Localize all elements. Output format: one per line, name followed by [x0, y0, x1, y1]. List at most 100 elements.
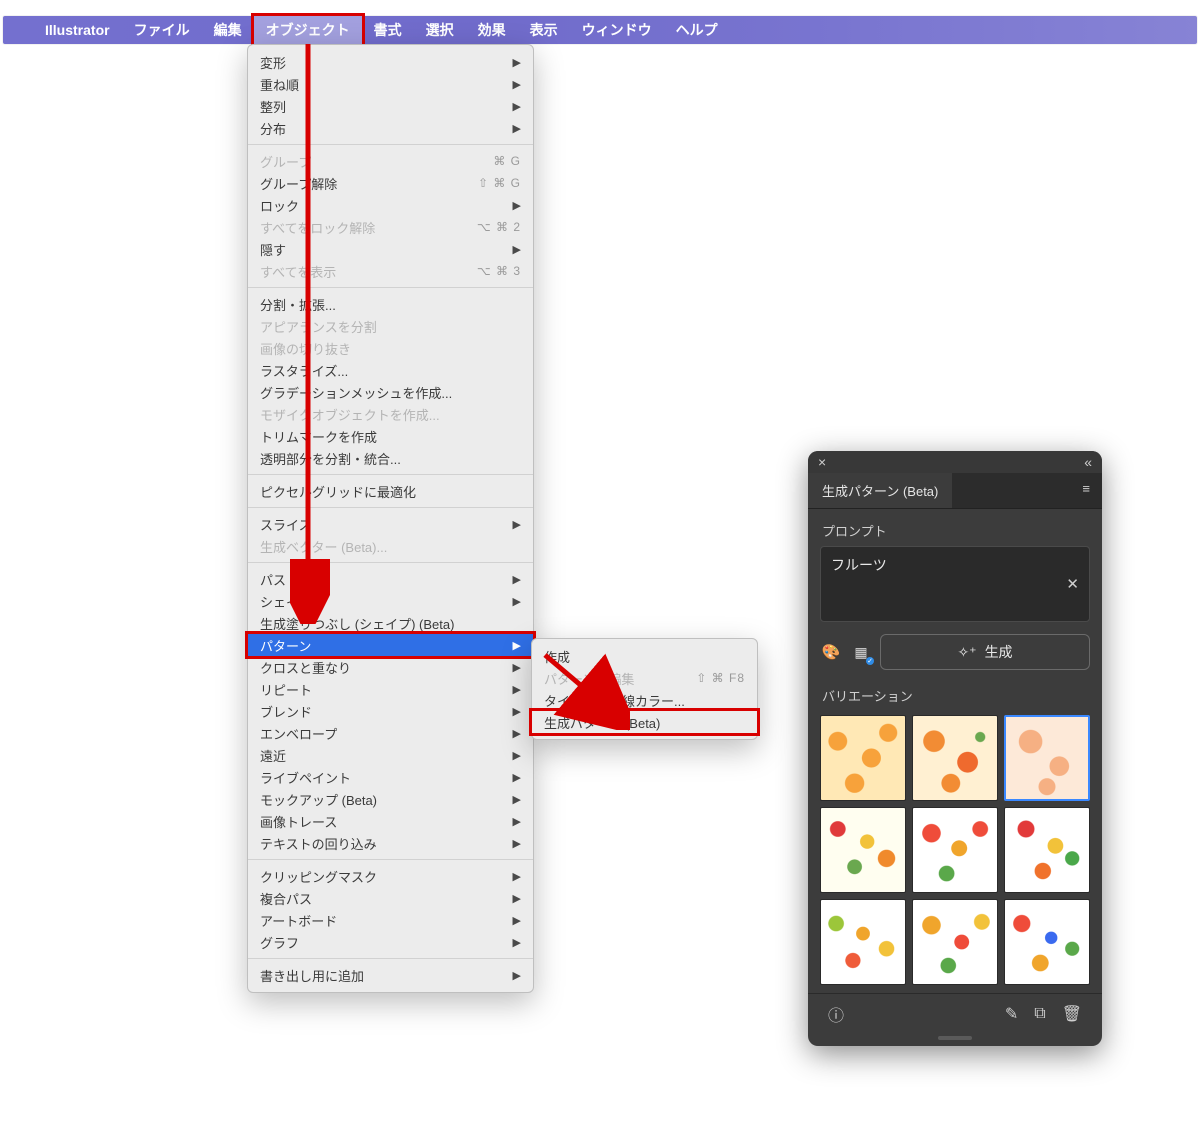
menu-separator [248, 859, 533, 860]
chevron-right-icon: ▶ [513, 78, 521, 91]
chevron-right-icon: ▶ [513, 914, 521, 927]
menu-item[interactable]: 生成パターン (Beta) [532, 711, 757, 733]
menu-item[interactable]: グループ解除⇧ ⌘ G [248, 172, 533, 194]
panel-tabs: 生成パターン (Beta) ≡ [808, 473, 1102, 509]
variation-thumb[interactable] [912, 899, 998, 985]
menu-item[interactable]: 作成 [532, 645, 757, 667]
menubar-item-help[interactable]: ヘルプ [664, 16, 730, 44]
chevron-right-icon: ▶ [513, 518, 521, 531]
menu-item-label: クロスと重なり [260, 658, 503, 677]
menu-item-label: 変形 [260, 53, 503, 72]
add-swatch-icon[interactable]: ⧉ [1026, 1005, 1053, 1023]
menu-item[interactable]: アートボード ▶ [248, 909, 533, 931]
menu-item[interactable]: 分布▶ [248, 117, 533, 139]
menu-item[interactable]: 重ね順▶ [248, 73, 533, 95]
style-icon[interactable]: ▦ ✓ [850, 641, 872, 663]
menu-item[interactable]: エンベロープ▶ [248, 722, 533, 744]
menubar-item-effect[interactable]: 効果 [466, 16, 518, 44]
variation-thumb[interactable] [1004, 807, 1090, 893]
menu-item[interactable]: 分割・拡張... [248, 293, 533, 315]
edit-icon[interactable]: ✎ [997, 1004, 1026, 1024]
menu-item[interactable]: パス▶ [248, 568, 533, 590]
panel-menu-icon[interactable]: ≡ [1070, 473, 1102, 508]
panel-resize-grip[interactable] [808, 1036, 1102, 1046]
chevron-right-icon: ▶ [513, 595, 521, 608]
menu-item-label: グラデーションメッシュを作成... [260, 383, 521, 402]
variation-thumb[interactable] [912, 715, 998, 801]
menu-item[interactable]: スライス▶ [248, 513, 533, 535]
menu-item[interactable]: 複合パス ▶ [248, 887, 533, 909]
menu-item-label: 分布 [260, 119, 503, 138]
clear-icon[interactable]: ✕ [1066, 575, 1079, 593]
menu-item[interactable]: クロスと重なり▶ [248, 656, 533, 678]
menu-item[interactable]: グラデーションメッシュを作成... [248, 381, 533, 403]
generate-button-label: 生成 [985, 642, 1013, 662]
menu-item[interactable]: クリッピングマスク▶ [248, 865, 533, 887]
tab-generate-pattern[interactable]: 生成パターン (Beta) [808, 473, 952, 508]
menu-item[interactable]: トリムマークを作成 [248, 425, 533, 447]
menu-item[interactable]: 整列▶ [248, 95, 533, 117]
menu-item[interactable]: ロック▶ [248, 194, 533, 216]
menubar-item-window[interactable]: ウィンドウ [570, 16, 664, 44]
variation-thumb[interactable] [1004, 715, 1090, 801]
menu-item: アピアランスを分割 [248, 315, 533, 337]
generate-button[interactable]: ✧⁺ 生成 [880, 634, 1090, 670]
chevron-right-icon: ▶ [513, 936, 521, 949]
menu-item-label: ブレンド [260, 702, 503, 721]
chevron-right-icon: ▶ [513, 100, 521, 113]
menu-item[interactable]: シェイプ▶ [248, 590, 533, 612]
menu-item-label: アートボード [260, 911, 503, 930]
menu-item[interactable]: 透明部分を分割・統合... [248, 447, 533, 469]
menu-item-label: 透明部分を分割・統合... [260, 449, 521, 468]
prompt-input[interactable]: フルーツ ✕ [820, 546, 1090, 622]
panel-titlebar[interactable]: × « [808, 451, 1102, 473]
menu-item[interactable]: パターン▶ [248, 634, 533, 656]
menu-item[interactable]: 変形▶ [248, 51, 533, 73]
menu-item[interactable]: 生成塗りつぶし (シェイプ) (Beta) [248, 612, 533, 634]
chevron-right-icon: ▶ [513, 573, 521, 586]
menu-item-shortcut: ⌥ ⌘ 2 [477, 220, 521, 234]
menu-item: すべてを表示⌥ ⌘ 3 [248, 260, 533, 282]
variation-thumb[interactable] [912, 807, 998, 893]
trash-icon[interactable]: 🗑 [1054, 1004, 1090, 1024]
menu-item[interactable]: リピート▶ [248, 678, 533, 700]
menu-item: パターンを編集⇧ ⌘ F8 [532, 667, 757, 689]
menubar-item-select[interactable]: 選択 [414, 16, 466, 44]
variation-thumb[interactable] [1004, 899, 1090, 985]
chevron-right-icon: ▶ [513, 837, 521, 850]
menu-item-label: 隠す [260, 240, 503, 259]
menubar-item-object[interactable]: オブジェクト [254, 16, 362, 44]
info-icon[interactable]: ⓘ [820, 1002, 852, 1026]
menu-item-label: 生成ベクター (Beta)... [260, 537, 521, 556]
menu-item-label: リピート [260, 680, 503, 699]
chevron-right-icon: ▶ [513, 892, 521, 905]
menu-item[interactable]: モックアップ (Beta)▶ [248, 788, 533, 810]
menubar: Illustrator ファイル 編集 オブジェクト 書式 選択 効果 表示 ウ… [3, 16, 1197, 44]
menu-item-label: 書き出し用に追加 [260, 966, 503, 985]
menu-item[interactable]: 書き出し用に追加▶ [248, 964, 533, 986]
variation-thumb[interactable] [820, 899, 906, 985]
menu-item[interactable]: 遠近▶ [248, 744, 533, 766]
chevron-right-icon: ▶ [513, 815, 521, 828]
menubar-item-type[interactable]: 書式 [362, 16, 414, 44]
menu-item[interactable]: ライブペイント▶ [248, 766, 533, 788]
menu-item[interactable]: ブレンド▶ [248, 700, 533, 722]
menu-item[interactable]: テキストの回り込み▶ [248, 832, 533, 854]
variation-thumb[interactable] [820, 715, 906, 801]
menubar-item-view[interactable]: 表示 [518, 16, 570, 44]
menubar-app-name[interactable]: Illustrator [33, 16, 122, 44]
menubar-item-edit[interactable]: 編集 [202, 16, 254, 44]
close-icon[interactable]: × [818, 455, 826, 469]
menu-item[interactable]: ラスタライズ... [248, 359, 533, 381]
palette-icon[interactable]: 🎨 [820, 641, 842, 663]
variation-thumb[interactable] [820, 807, 906, 893]
menubar-item-file[interactable]: ファイル [122, 16, 202, 44]
menu-item[interactable]: タイルの境界線カラー... [532, 689, 757, 711]
menu-item[interactable]: 画像トレース▶ [248, 810, 533, 832]
menu-item[interactable]: 隠す▶ [248, 238, 533, 260]
menu-item[interactable]: グラフ▶ [248, 931, 533, 953]
menu-item: モザイクオブジェクトを作成... [248, 403, 533, 425]
collapse-icon[interactable]: « [1084, 454, 1092, 470]
menu-item-label: 複合パス [260, 889, 503, 908]
menu-item[interactable]: ピクセルグリッドに最適化 [248, 480, 533, 502]
